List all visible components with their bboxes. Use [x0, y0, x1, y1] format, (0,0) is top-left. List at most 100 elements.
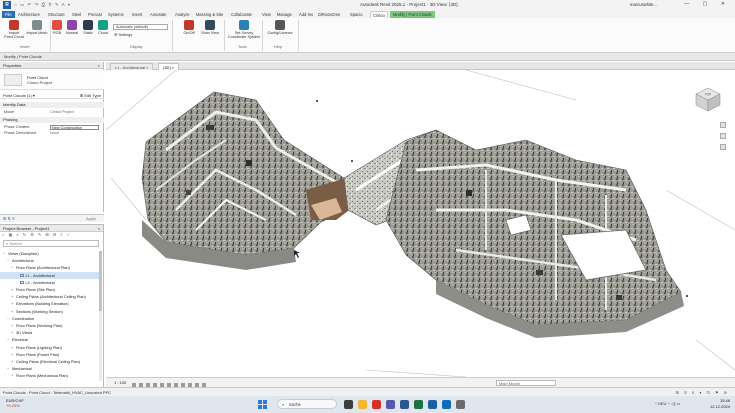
revit-icon[interactable] [428, 400, 437, 409]
property-section-phasing[interactable]: Phasing [0, 117, 104, 123]
system-tray[interactable]: ^ DEU ◔ ◁) ▭ [655, 401, 680, 406]
group-insert-label: Insert [20, 45, 30, 49]
config-license-button[interactable]: Config/License [266, 20, 294, 35]
properties-footer: ⊞ ⇅ ⚲ Apply [0, 214, 104, 222]
scan-view-button[interactable]: Scan View [199, 20, 221, 35]
browser-tree-node[interactable]: + Floor Plans (Site Plan) [0, 286, 100, 293]
type-selector[interactable]: Point Cloud Cintoo Project [0, 70, 104, 90]
view-icon [20, 274, 24, 278]
set-survey-button[interactable]: Set Survey Coordinate System [226, 20, 262, 40]
cloud-button[interactable]: Cloud [95, 20, 111, 35]
ribbon-tab-add-ins[interactable]: Add-Ins [299, 11, 313, 18]
properties-footer-icons[interactable]: ⊞ ⇅ ⚲ [3, 215, 15, 223]
ticker-widget[interactable]: EUR/CHF +0.29% [6, 398, 24, 408]
3d-viewport[interactable]: TOP [106, 70, 735, 377]
teams-icon[interactable] [386, 400, 395, 409]
edit-type-button[interactable]: ⊞ Edit Type [80, 92, 101, 99]
ribbon-tab-collaborate[interactable]: Collaborate [231, 11, 252, 18]
quick-access-toolbar[interactable]: ⌂ ▭ ↶ ↷ ⎙ ⚲ ✎ A ⌖ [14, 2, 71, 8]
scan-view-icon [205, 20, 215, 30]
view-control-bar: 1 : 100 Main Model [106, 377, 735, 387]
ribbon-tab-modify-point-clouds[interactable]: Modify | Point Clouds [390, 11, 435, 18]
type-name: Cintoo Project [27, 80, 53, 85]
excel-icon[interactable] [414, 400, 423, 409]
ribbon-tab-manage[interactable]: Manage [277, 11, 292, 18]
on-off-button[interactable]: On/Off [180, 20, 198, 35]
ribbon-tab-architecture[interactable]: Architecture [18, 11, 40, 18]
browser-tree-node[interactable]: − Coordination [0, 315, 100, 322]
navigation-bar[interactable] [720, 122, 729, 202]
ribbon-tab-file[interactable]: File [2, 11, 15, 18]
rgb-button[interactable]: RGB [50, 20, 64, 35]
browser-tree-node[interactable]: + Floor Plans (Mechanical Plan) [0, 372, 100, 379]
browser-toolbar[interactable]: ⌂ ▦ ⌕ ↻ ⚙ ✎ ⊞ ⊟ ≡ ✓ [0, 232, 104, 238]
ribbon-tab-steel[interactable]: Steel [72, 11, 81, 18]
taskbar-search-input[interactable]: ⌕ Suche [277, 399, 337, 409]
point-cloud-type-icon [4, 74, 22, 86]
normal-button[interactable]: Normal [64, 20, 80, 35]
browser-tree-node[interactable]: + Ceiling Plans (Architectural Ceiling Pl… [0, 293, 100, 300]
user-account[interactable]: marcuswhite... [630, 2, 657, 7]
ribbon-tab-annotate[interactable]: Annotate [150, 11, 166, 18]
import-point-cloud-button[interactable]: Import Point Cloud [3, 20, 25, 40]
clock[interactable]: 15:46 12.12.2024 [702, 398, 730, 409]
ribbon-tab-view[interactable]: View [262, 11, 271, 18]
view-tab-inactive[interactable]: L1 - Architectural × [110, 63, 154, 70]
normal-icon [67, 20, 77, 30]
browser-search-input[interactable]: ⌕ Search [3, 240, 99, 247]
ribbon-tab-structure[interactable]: Structure [48, 11, 65, 18]
ribbon-tab-massing-site[interactable]: Massing & Site [196, 11, 223, 18]
property-row[interactable]: Phase Demolished None [0, 130, 104, 136]
main-model-dropdown[interactable]: Main Model [496, 380, 556, 386]
revit-app-icon[interactable]: R [3, 1, 11, 9]
chrome-icon[interactable] [372, 400, 381, 409]
window-controls[interactable]: — ▢ ✕ [684, 1, 731, 7]
windows-taskbar: EUR/CHF +0.29% ⌕ Suche ^ DEU ◔ ◁) ▭ 15:4… [0, 396, 735, 413]
explorer-icon[interactable] [358, 400, 367, 409]
browser-tree-node[interactable]: + Floor Plans (Power Plan) [0, 351, 100, 358]
group-tools-label: Tools [238, 45, 247, 49]
outlook-icon[interactable] [442, 400, 451, 409]
browser-tree-node[interactable]: − Floor Plans (Architectural Plan) [0, 264, 100, 271]
ribbon-tab-insert[interactable]: Insert [132, 11, 142, 18]
ribbon-tab-cintoo[interactable]: Cintoo [370, 11, 388, 18]
browser-tree-node[interactable]: +3D Views [0, 329, 100, 336]
apply-button[interactable]: Apply [86, 215, 96, 223]
project-browser: Project Browser - Project1 × ⌂ ▦ ⌕ ↻ ⚙ ✎… [0, 224, 104, 387]
property-row[interactable]: Model Cintoo Project [0, 109, 104, 115]
import-mesh-button[interactable]: Import Mesh [25, 20, 49, 35]
property-section-identity-data[interactable]: Identity Data [0, 102, 104, 108]
browser-tree-node[interactable]: − Architectural [0, 257, 100, 264]
browser-view-item[interactable]: L1 - Architectural [0, 271, 100, 279]
static-button[interactable]: Static [80, 20, 96, 35]
close-icon[interactable]: × [98, 225, 100, 232]
close-icon[interactable]: × [98, 62, 100, 69]
browser-tree-node[interactable]: + Floor Plans (Working Plan) [0, 322, 100, 329]
ribbon-tab-dirootsone[interactable]: DiRootsOne [318, 11, 340, 18]
view-cube[interactable]: TOP [693, 84, 723, 114]
settings-button[interactable]: ⚙ Settings [114, 33, 132, 37]
word-icon[interactable] [400, 400, 409, 409]
display-mode-dropdown[interactable]: Automatic (default) [113, 24, 168, 30]
ribbon-tab-spacio[interactable]: Spacio [350, 11, 363, 18]
store-icon[interactable] [456, 400, 465, 409]
ribbon-tab-analyze[interactable]: Analyze [175, 11, 190, 18]
view-tab-active[interactable]: {3D} × [158, 63, 180, 70]
windows-start-icon[interactable] [258, 400, 267, 409]
status-text: Point Clouds : Point Cloud : Telematik_H… [3, 390, 112, 395]
point-cloud-model [106, 70, 735, 377]
browser-tree-node[interactable]: + Ceiling Plans (Electrical Ceiling Plan) [0, 358, 100, 365]
browser-tree-node[interactable]: + Elevations (Building Elevation) [0, 300, 100, 307]
ribbon-tab-precast[interactable]: Precast [88, 11, 102, 18]
browser-tree-node[interactable]: − Electrical [0, 336, 100, 343]
task-view-icon[interactable] [344, 400, 353, 409]
browser-view-item[interactable]: L2 - Architectural [0, 279, 100, 286]
modify-context-bar: Modify | Point Clouds [0, 53, 735, 61]
ribbon-tab-systems[interactable]: Systems [108, 11, 124, 18]
browser-tree-node[interactable]: − Mechanical [0, 365, 100, 372]
browser-tree-node[interactable]: + Floor Plans (Lighting Plan) [0, 344, 100, 351]
instance-filter[interactable]: Point Clouds (1) ▾ ⊞ Edit Type [0, 92, 104, 99]
browser-tree-node[interactable]: + Sections (Working Section) [0, 308, 100, 315]
browser-scrollbar[interactable] [99, 251, 102, 381]
browser-tree-node[interactable]: − Views (Discipline) [0, 250, 100, 257]
